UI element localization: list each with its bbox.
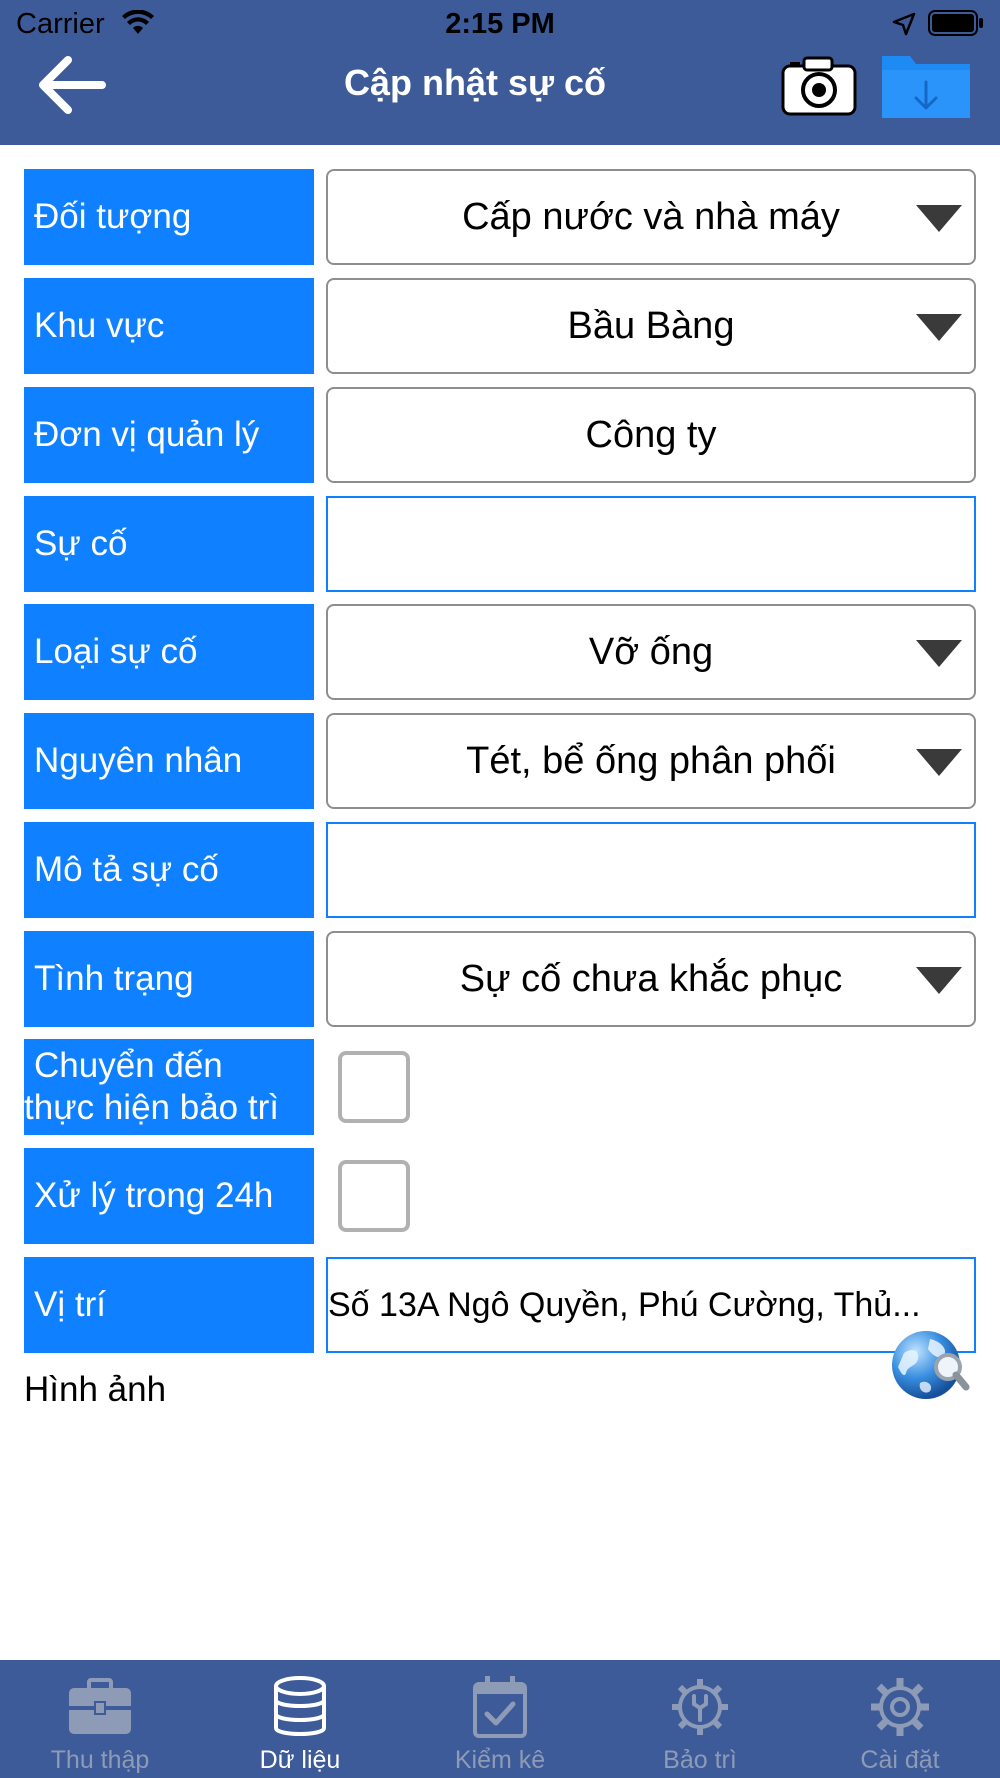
nguyen-nhan-label: Nguyên nhân (24, 713, 314, 809)
folder-download-icon (882, 56, 970, 118)
row-tinh-trang: Tình trạng Sự cố chưa khắc phục (24, 931, 976, 1027)
camera-button[interactable] (780, 52, 858, 118)
tab-thu-thap[interactable]: Thu thập (0, 1660, 200, 1778)
tab-cai-dat[interactable]: Cài đặt (800, 1660, 1000, 1778)
chuyen-bao-tri-label-line2: thực hiện bảo trì (24, 1088, 279, 1127)
mo-ta-su-co-label: Mô tả sự cố (24, 822, 314, 918)
dropdown-caret-icon (916, 749, 962, 776)
khu-vuc-label: Khu vực (24, 278, 314, 374)
tab-kiem-ke-label: Kiểm kê (454, 1746, 546, 1774)
dropdown-caret-icon (916, 640, 962, 667)
globe-search-icon[interactable] (890, 1327, 970, 1407)
su-co-input[interactable] (326, 496, 976, 592)
camera-icon (781, 56, 857, 116)
row-chuyen-bao-tri: Chuyển đến thực hiện bảo trì (24, 1039, 976, 1135)
tinh-trang-label: Tình trạng (24, 931, 314, 1027)
tinh-trang-dropdown[interactable]: Sự cố chưa khắc phục (326, 931, 976, 1027)
row-nguyen-nhan: Nguyên nhân Tét, bể ống phân phối (24, 713, 976, 809)
su-co-label: Sự cố (24, 496, 314, 592)
row-vi-tri: Vị trí Số 13A Ngô Quyền, Phú Cường, Thủ.… (24, 1257, 976, 1353)
status-bar: Carrier 2:15 PM (0, 0, 1000, 48)
tab-bao-tri[interactable]: Bảo trì (600, 1660, 800, 1778)
row-mo-ta-su-co: Mô tả sự cố (24, 822, 976, 918)
nguyen-nhan-value: Tét, bể ống phân phối (466, 739, 836, 782)
calendar-check-icon (473, 1676, 527, 1738)
status-time: 2:15 PM (445, 8, 555, 40)
header-bar: Carrier 2:15 PM Cập nhật sự cố (0, 0, 1000, 145)
gear-wrench-icon (672, 1679, 728, 1735)
doi-tuong-label: Đối tượng (24, 169, 314, 265)
chuyen-bao-tri-label-line1: Chuyển đến (34, 1046, 223, 1085)
xu-ly-24h-label: Xử lý trong 24h (24, 1148, 314, 1244)
row-don-vi-quan-ly: Đơn vị quản lý Công ty (24, 387, 976, 483)
loai-su-co-label: Loại sự cố (24, 604, 314, 700)
loai-su-co-dropdown[interactable]: Vỡ ống (326, 604, 976, 700)
tinh-trang-value: Sự cố chưa khắc phục (459, 957, 843, 1000)
khu-vuc-value: Bầu Bàng (567, 304, 735, 347)
dropdown-caret-icon (916, 205, 962, 232)
tab-bao-tri-label: Bảo trì (663, 1746, 737, 1774)
location-arrow-icon (892, 12, 916, 36)
row-doi-tuong: Đối tượng Cấp nước và nhà máy (24, 169, 976, 265)
mo-ta-su-co-input[interactable] (326, 822, 976, 918)
row-xu-ly-24h: Xử lý trong 24h (24, 1148, 976, 1244)
vi-tri-input[interactable]: Số 13A Ngô Quyền, Phú Cường, Thủ... (326, 1257, 976, 1353)
doi-tuong-dropdown[interactable]: Cấp nước và nhà máy (326, 169, 976, 265)
gear-icon (871, 1678, 929, 1736)
tab-cai-dat-label: Cài đặt (860, 1746, 940, 1774)
don-vi-quan-ly-field[interactable]: Công ty (326, 387, 976, 483)
images-label: Hình ảnh (24, 1370, 167, 1409)
database-icon (274, 1676, 326, 1736)
tab-kiem-ke[interactable]: Kiểm kê (400, 1660, 600, 1778)
don-vi-quan-ly-value: Công ty (585, 413, 717, 456)
nguyen-nhan-dropdown[interactable]: Tét, bể ống phân phối (326, 713, 976, 809)
battery-icon (928, 10, 983, 36)
toolbox-icon (69, 1678, 131, 1734)
tab-du-lieu-label: Dữ liệu (259, 1746, 341, 1774)
vi-tri-label: Vị trí (24, 1257, 314, 1353)
xu-ly-24h-checkbox[interactable] (338, 1160, 410, 1232)
don-vi-quan-ly-label: Đơn vị quản lý (24, 387, 314, 483)
row-loai-su-co: Loại sự cố Vỡ ống (24, 604, 976, 700)
tab-bar: Thu thập Dữ liệu Kiểm kê Bảo trì Cài đặt (0, 1660, 1000, 1778)
chuyen-bao-tri-checkbox[interactable] (338, 1051, 410, 1123)
tab-thu-thap-label: Thu thập (50, 1746, 150, 1774)
tab-du-lieu[interactable]: Dữ liệu (200, 1660, 400, 1778)
row-su-co: Sự cố (24, 496, 976, 592)
loai-su-co-value: Vỡ ống (588, 630, 714, 673)
khu-vuc-dropdown[interactable]: Bầu Bàng (326, 278, 976, 374)
doi-tuong-value: Cấp nước và nhà máy (462, 195, 840, 238)
row-khu-vuc: Khu vực Bầu Bàng (24, 278, 976, 374)
dropdown-caret-icon (916, 314, 962, 341)
chuyen-bao-tri-label: Chuyển đến thực hiện bảo trì (24, 1039, 314, 1135)
folder-download-button[interactable] (880, 48, 972, 120)
dropdown-caret-icon (916, 967, 962, 994)
